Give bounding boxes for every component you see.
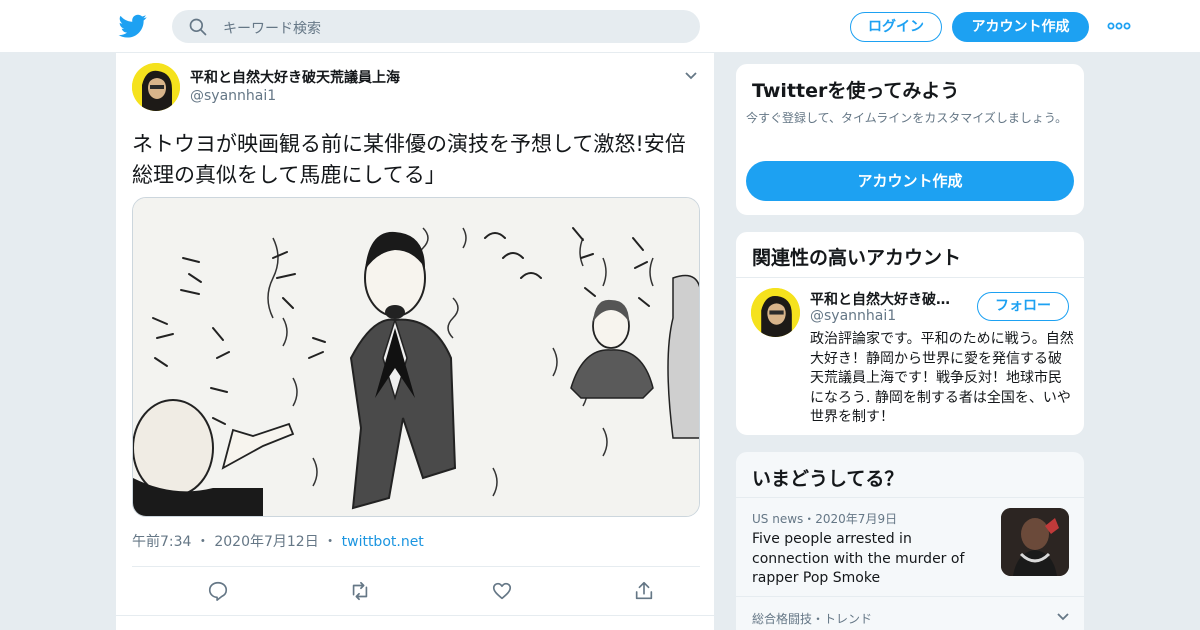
meta-separator: ・ [323, 534, 338, 550]
tweet-source-link[interactable]: twittbot.net [342, 534, 424, 550]
follow-button[interactable]: フォロー [977, 292, 1069, 321]
tweet-text: ネトウヨが映画観る前に某俳優の演技を予想して激怒!安倍総理の真似をして馬鹿にして… [132, 132, 686, 187]
account-bio: 政治評論家です。平和のために戦う。自然大好き！静岡から世界に愛を発信する破天荒議… [810, 331, 1074, 425]
divider [736, 596, 1084, 597]
chevron-down-icon[interactable] [1056, 612, 1070, 622]
tweet-card: 平和と自然大好き破天荒議員上海 @syannhai1 ネトウヨが映画観る前に某俳… [115, 53, 716, 630]
whats-happening-card: いまどうしてる？ US news・2020年7月9日 Five people a… [735, 451, 1085, 630]
login-button[interactable]: ログイン [850, 12, 942, 42]
more-dots-icon[interactable] [1107, 20, 1131, 32]
top-bar: キーワード検索 ログイン アカウント作成 [0, 0, 1200, 53]
divider [116, 615, 716, 616]
chevron-down-icon[interactable] [684, 71, 698, 81]
like-icon[interactable] [491, 580, 513, 602]
card-title: Twitterを使ってみよう [752, 80, 960, 102]
signup-button[interactable]: アカウント作成 [746, 161, 1074, 201]
share-icon[interactable] [633, 580, 655, 602]
divider [736, 277, 1084, 278]
display-name[interactable]: 平和と自然大好き破天荒議員上海 [190, 67, 400, 87]
news-meta: US news・2020年7月9日 [752, 512, 898, 526]
try-twitter-card: Twitterを使ってみよう 今すぐ登録して、タイムラインをカスタマイズしましょ… [735, 63, 1085, 216]
search-input[interactable]: キーワード検索 [223, 18, 321, 38]
user-handle[interactable]: @syannhai1 [190, 88, 276, 104]
meta-separator: ・ [195, 534, 210, 550]
tweet-meta: 午前7:34 ・ 2020年7月12日 ・ twittbot.net [132, 531, 424, 551]
search-box[interactable]: キーワード検索 [172, 10, 700, 43]
card-title: 関連性の高いアカウント [752, 247, 962, 269]
cartoon-illustration [133, 198, 699, 516]
account-name[interactable]: 平和と自然大好き破… [810, 289, 970, 309]
card-title: いまどうしてる？ [752, 468, 904, 490]
news-headline[interactable]: Five people arrested in connection with … [752, 530, 987, 589]
tweet-image[interactable] [132, 197, 700, 517]
divider [132, 566, 700, 567]
divider [736, 497, 1084, 498]
twitter-bird-icon[interactable] [118, 12, 148, 40]
search-icon [189, 18, 207, 36]
trend-label[interactable]: 総合格闘技・トレンド [752, 610, 872, 627]
avatar[interactable] [132, 63, 180, 111]
news-thumbnail[interactable] [1001, 508, 1069, 576]
avatar[interactable] [751, 288, 800, 337]
tweet-date[interactable]: 2020年7月12日 [214, 534, 318, 550]
signup-button[interactable]: アカウント作成 [952, 12, 1089, 42]
reply-icon[interactable] [207, 580, 229, 602]
account-handle[interactable]: @syannhai1 [810, 308, 896, 324]
tweet-actions [132, 576, 700, 606]
tweet-time: 午前7:34 [132, 534, 192, 550]
retweet-icon[interactable] [349, 580, 371, 602]
related-accounts-card: 関連性の高いアカウント 平和と自然大好き破… @syannhai1 フォロー 政… [735, 231, 1085, 436]
card-subtitle: 今すぐ登録して、タイムラインをカスタマイズしましょう。 [746, 111, 1068, 125]
